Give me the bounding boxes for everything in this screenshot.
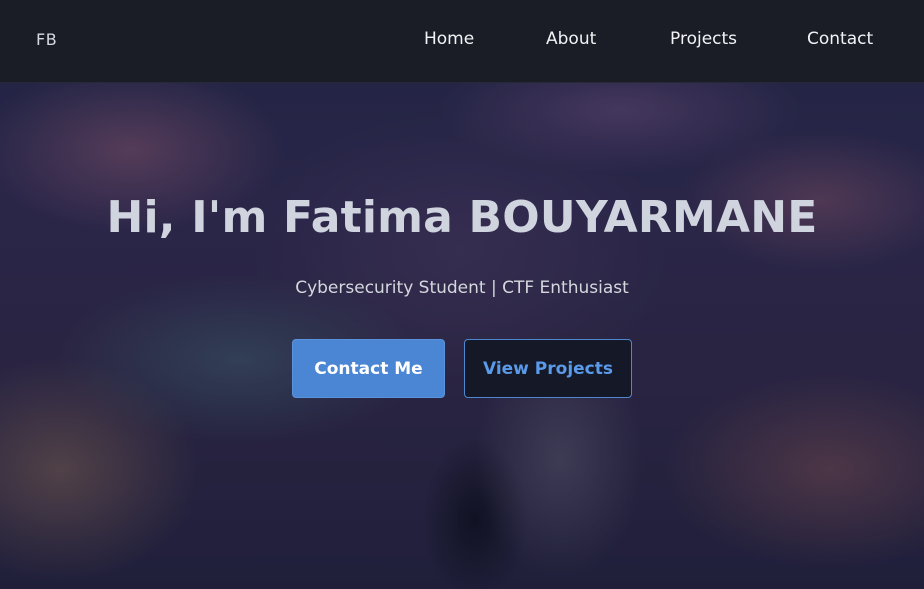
navbar: FB Home About Projects Contact bbox=[0, 0, 924, 83]
nav-links: Home About Projects Contact bbox=[0, 29, 924, 53]
nav-link-home[interactable]: Home bbox=[424, 29, 474, 49]
nav-link-projects[interactable]: Projects bbox=[670, 29, 737, 49]
hero-subtitle: Cybersecurity Student | CTF Enthusiast bbox=[295, 278, 629, 298]
hero-title: Hi, I'm Fatima BOUYARMANE bbox=[106, 192, 818, 243]
contact-me-button[interactable]: Contact Me bbox=[292, 339, 445, 398]
page: FB Home About Projects Contact Hi, I'm F… bbox=[0, 0, 924, 589]
nav-link-contact[interactable]: Contact bbox=[807, 29, 873, 49]
view-projects-button[interactable]: View Projects bbox=[464, 339, 632, 398]
hero-section: Hi, I'm Fatima BOUYARMANE Cybersecurity … bbox=[0, 82, 924, 589]
nav-link-about[interactable]: About bbox=[546, 29, 596, 49]
